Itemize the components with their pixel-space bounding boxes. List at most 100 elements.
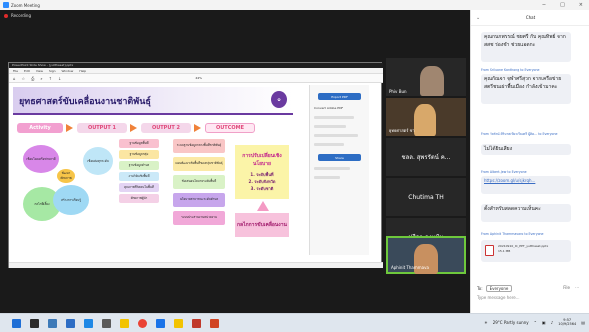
output2-item: ระบบฐานข้อมูลกลางพื้นที่ชาติพันธุ์ [173, 139, 225, 153]
mechanism-box: กลไกการขับเคลื่อนงาน [235, 213, 289, 237]
chat-message: คุณกนกพรรณ์ ชยศรี กับ คุณทิพย์ จาก สสช ร… [481, 32, 571, 62]
chat-sender: From วัลรัตน์ ศิริมาศเขียวเรียงศรี ผู้ติ… [481, 132, 558, 136]
chip-activity: Activity [17, 123, 63, 133]
recipient-dropdown[interactable]: Everyone [485, 285, 513, 292]
output1-item: งานวิจัยเชิงพื้นที่ [119, 172, 159, 181]
home-icon[interactable]: ⌂ [13, 76, 16, 81]
task-view-icon[interactable] [48, 319, 57, 328]
star-icon[interactable]: ☆ [22, 76, 26, 81]
arrow-icon [194, 124, 201, 132]
menu-edit[interactable]: Edit [24, 68, 30, 73]
participant-tile[interactable]: ยุทธศาสตร์ ชา [386, 98, 466, 136]
clock[interactable]: 9:57 10/9/2564 [558, 318, 576, 326]
chat-sender: From Albert-Jew to Everyone [481, 170, 527, 174]
menu-help[interactable]: Help [79, 68, 86, 73]
title-bar: Zoom Meeting − □ × [0, 0, 589, 10]
chip-output2: OUTPUT 2 [141, 123, 191, 133]
to-label: To: [477, 286, 483, 291]
app-icon[interactable] [156, 319, 165, 328]
minimize-button[interactable]: − [542, 2, 546, 8]
header-divider [13, 113, 293, 115]
panel-line [314, 125, 346, 128]
next-icon[interactable]: ↓ [58, 76, 61, 81]
menu-view[interactable]: View [36, 68, 43, 73]
chat-sender: From Sriluone Kanthong to Everyone [481, 68, 540, 72]
chat-recipient: To: Everyone [477, 285, 513, 292]
recording-label: Recording [11, 13, 32, 18]
chat-input[interactable]: Type message here... [477, 295, 583, 303]
prev-icon[interactable]: ↑ [49, 76, 52, 81]
search-icon[interactable]: ⌕ [40, 76, 42, 81]
zoom-level[interactable]: 44% [195, 76, 202, 80]
participant-tile[interactable]: ชลล. สุพรรัตน์ ค... [386, 138, 466, 176]
more-icon[interactable]: ⋯ [575, 285, 579, 290]
chat-message: ตั้งสำหรับสลดความเห็นคะ [481, 204, 571, 222]
menu-sign[interactable]: Sign [49, 68, 56, 73]
explorer-icon[interactable] [120, 319, 129, 328]
panel-line [314, 143, 344, 146]
shared-screen[interactable]: PowerPoint Slide Show - [yutthasat].pptx… [8, 62, 383, 268]
ppt-status-bar [9, 262, 383, 268]
maximize-button[interactable]: □ [560, 2, 565, 8]
network-icon[interactable]: ▣ [542, 320, 546, 325]
participant-name: Phiv Bun [389, 89, 407, 94]
zoom-window: Zoom Meeting − □ × Recording PowerPoint … [0, 0, 589, 332]
chat-message: คุณกัณจา จุฬาศรีสุวก จากเครือข่ายสตรีชนเ… [481, 74, 571, 104]
meeting-stage: Recording PowerPoint Slide Show - [yutth… [0, 10, 470, 313]
print-icon[interactable]: ⎙ [31, 76, 34, 81]
chevron-up-icon[interactable]: ⌃ [534, 320, 537, 325]
app-icon[interactable] [84, 319, 93, 328]
chat-panel: ⌄ Chat คุณกนกพรรณ์ ชยศรี กับ คุณทิพย์ จา… [470, 10, 589, 313]
panel-line [314, 116, 354, 119]
acrobat-icon[interactable] [192, 319, 201, 328]
notification-icon[interactable]: ▤ [581, 320, 585, 325]
chat-message: ไม่ได้ยินเสียง [481, 144, 571, 155]
outcome-item: 3. ระดับชาติ [250, 186, 274, 191]
panel-line [314, 176, 340, 179]
search-icon[interactable] [30, 319, 39, 328]
participant-name: Aphinit Thammava [391, 265, 429, 270]
slide: ยุทธศาสตร์ขับเคลื่อนงานชาติพันธุ์ ✿ Acti… [13, 87, 293, 257]
taskbar: ☀ 29°C Partly sunny ⌃ ▣ ♪ 9:57 10/9/2564… [0, 313, 589, 332]
volume-icon[interactable]: ♪ [551, 320, 554, 325]
file-button[interactable]: File [563, 285, 570, 290]
settings-icon[interactable] [102, 319, 111, 328]
zoom-logo-icon [3, 2, 9, 8]
share-button[interactable]: Share [318, 154, 361, 161]
chat-title: Chat [525, 15, 536, 20]
record-dot-icon [4, 13, 8, 18]
participant-name: Chutima TH [408, 193, 444, 201]
chat-link[interactable]: https://zoom.gl/u/sjkrqh... [481, 176, 571, 194]
menu-window[interactable]: Window [62, 68, 74, 73]
outcome-title: การปรับเปลี่ยนเชิงนโยบาย [242, 153, 282, 167]
participant-tile[interactable]: Chutima TH [386, 178, 466, 216]
chat-sender: From Aphinit Thammavaro to Everyone [481, 232, 544, 236]
menu-file[interactable]: File [13, 68, 18, 73]
circle-learning: สร้างการเรียนรู้ [53, 185, 89, 215]
slide-title: ยุทธศาสตร์ขับเคลื่อนงานชาติพันธุ์ [19, 97, 151, 107]
weather-text[interactable]: 29°C Partly sunny [493, 320, 529, 325]
chevron-down-icon[interactable]: ⌄ [476, 15, 480, 21]
output2-item: นโยบายสาธารณะระดับตำบล [173, 193, 225, 207]
chrome-icon[interactable] [138, 319, 147, 328]
participant-name: ชลล. สุพรรัตน์ ค... [401, 154, 451, 161]
start-icon[interactable] [12, 319, 21, 328]
output2-item: ระบบประสานงานหน่วยงาน [173, 211, 225, 225]
recording-indicator[interactable]: Recording [4, 13, 31, 18]
outcome-box: การปรับเปลี่ยนเชิงนโยบาย 1. ระดับพื้นที่… [235, 145, 289, 199]
chat-file-attachment[interactable]: 20210910_IC_PPT_yutthasat.pptx 15.1 MB [481, 240, 571, 262]
active-speaker-tile[interactable]: Aphinit Thammava [386, 236, 466, 274]
up-arrow-icon [257, 201, 269, 211]
clock-date: 10/9/2564 [558, 322, 577, 327]
export-pdf-button[interactable]: Export PDF [318, 93, 361, 100]
close-button[interactable]: × [579, 2, 583, 8]
participant-tile[interactable]: Phiv Bun [386, 58, 466, 96]
chat-header: ⌄ Chat [471, 10, 589, 26]
pdf-side-panel: Export PDF Convert Adobe PDF Share [309, 85, 369, 255]
chip-output1: OUTPUT 1 [77, 123, 127, 133]
app-icon[interactable] [66, 319, 75, 328]
powerpoint-icon[interactable] [210, 319, 219, 328]
app-icon[interactable] [174, 319, 183, 328]
file-size: 15.1 MB [498, 248, 511, 253]
output2-item: ข้อเสนอนโยบายระดับพื้นที่ [173, 175, 225, 189]
